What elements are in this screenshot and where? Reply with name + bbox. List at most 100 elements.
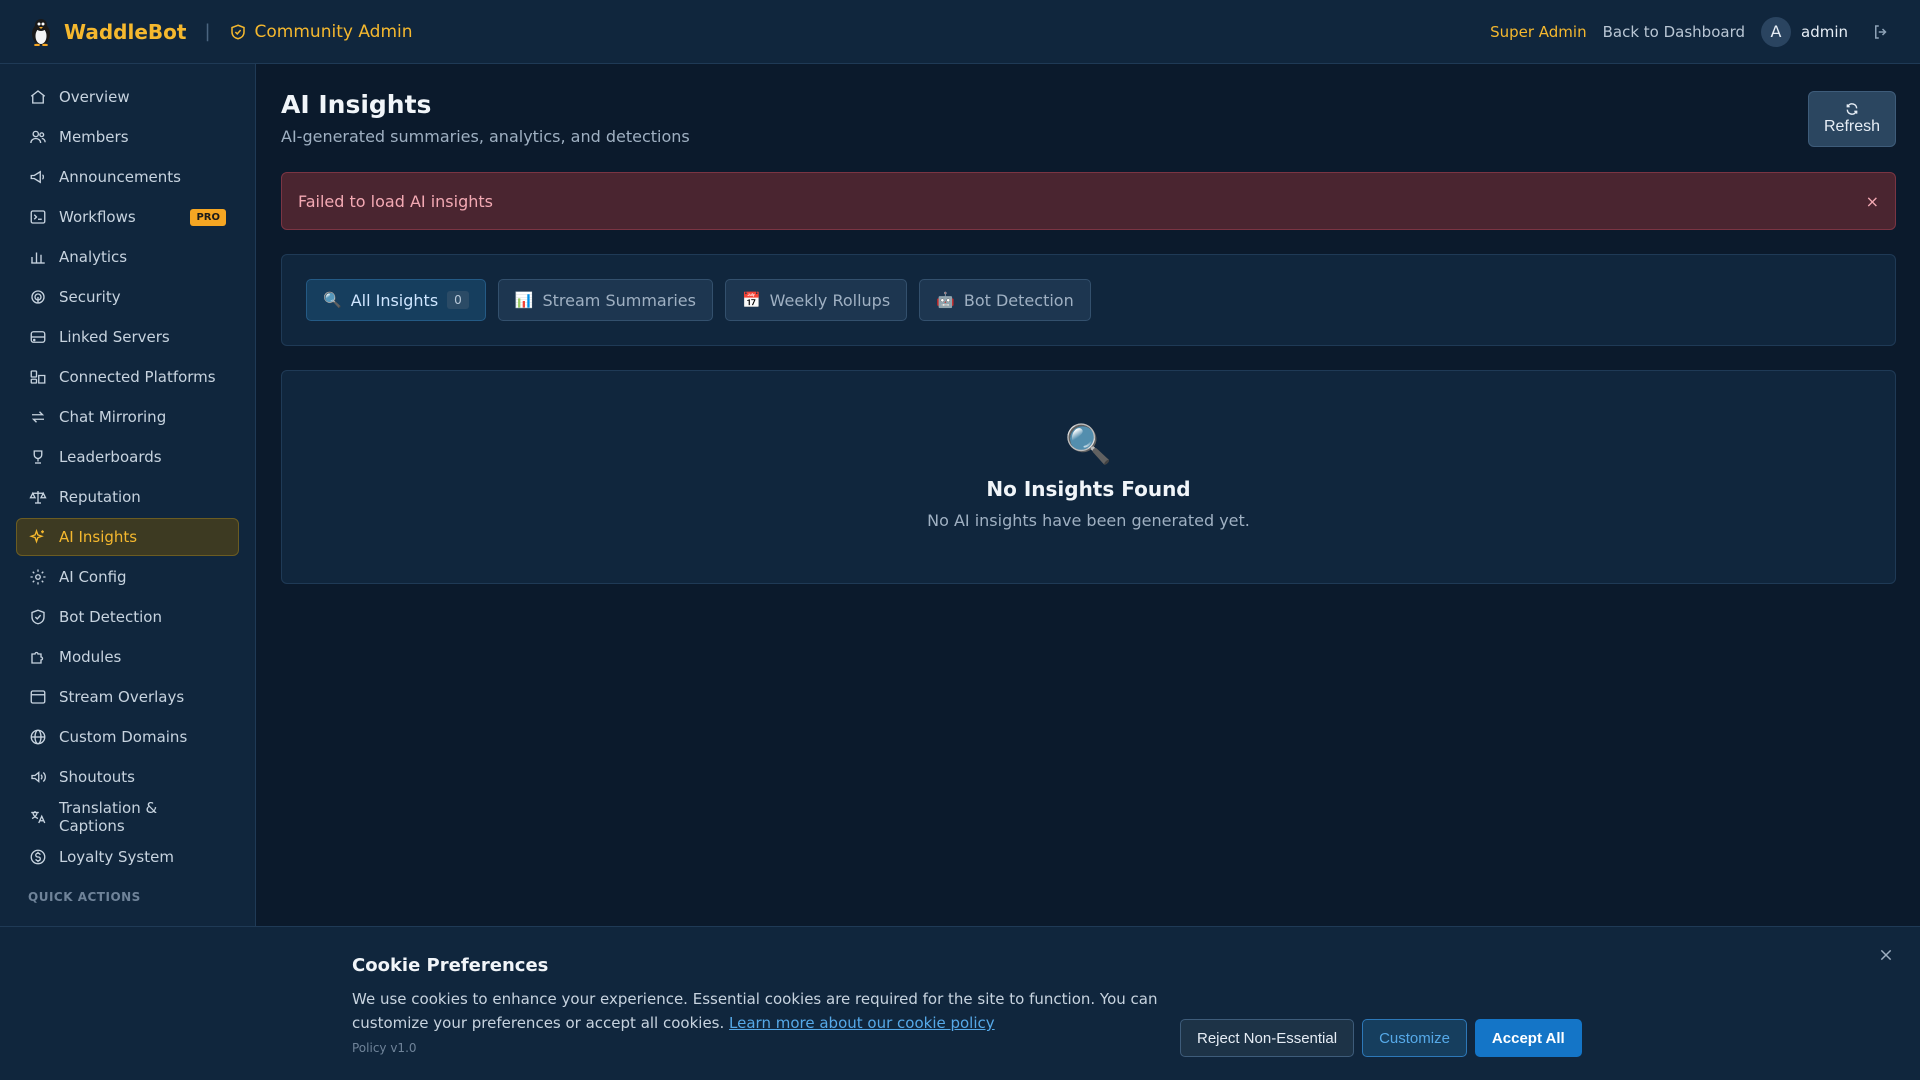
- sidebar-item-label: Stream Overlays: [59, 688, 185, 706]
- penguin-logo-icon: [28, 17, 54, 47]
- empty-state-title: No Insights Found: [986, 476, 1191, 501]
- window-icon: [30, 690, 46, 704]
- close-icon[interactable]: [1878, 947, 1898, 967]
- robot-icon: 🤖: [936, 291, 955, 309]
- sidebar-item-custom-domains[interactable]: Custom Domains: [16, 718, 239, 756]
- empty-state: 🔍 No Insights Found No AI insights have …: [281, 370, 1896, 584]
- shield-check-icon: [230, 23, 245, 40]
- sidebar-item-overview[interactable]: Overview: [16, 78, 239, 116]
- bar-chart-icon: [31, 252, 45, 264]
- globe-icon: [30, 729, 46, 745]
- close-icon[interactable]: ×: [1866, 192, 1879, 211]
- server-icon: [30, 331, 46, 343]
- cookie-text: We use cookies to enhance your experienc…: [352, 987, 1172, 1035]
- sidebar-item-connected-platforms[interactable]: Connected Platforms: [16, 358, 239, 396]
- sidebar-item-stream-overlays[interactable]: Stream Overlays: [16, 678, 239, 716]
- logout-icon[interactable]: [1870, 21, 1892, 43]
- tab-bot-detection[interactable]: 🤖 Bot Detection: [919, 279, 1091, 321]
- fingerprint-icon: [31, 290, 45, 304]
- puzzle-icon: [31, 651, 44, 664]
- sidebar-item-announcements[interactable]: Announcements: [16, 158, 239, 196]
- home-icon: [30, 90, 46, 104]
- refresh-label: Refresh: [1823, 118, 1881, 135]
- cookie-banner: Cookie Preferences We use cookies to enh…: [0, 926, 1920, 1080]
- tab-label: Weekly Rollups: [769, 290, 891, 310]
- sidebar-item-label: Loyalty System: [59, 848, 174, 866]
- shield-check-icon: [31, 609, 45, 625]
- sidebar-item-analytics[interactable]: Analytics: [16, 238, 239, 276]
- sidebar-item-chat-mirroring[interactable]: Chat Mirroring: [16, 398, 239, 436]
- page-title: AI Insights: [281, 90, 432, 119]
- accept-all-button[interactable]: Accept All: [1474, 1019, 1582, 1057]
- sidebar-item-linked-servers[interactable]: Linked Servers: [16, 318, 239, 356]
- avatar[interactable]: A: [1761, 16, 1791, 47]
- pro-badge: PRO: [190, 208, 226, 226]
- sidebar-item-label: Leaderboards: [59, 448, 162, 466]
- empty-state-text: No AI insights have been generated yet.: [927, 510, 1250, 530]
- sidebar-item-label: AI Config: [59, 568, 127, 586]
- brand[interactable]: WaddleBot: [28, 17, 186, 47]
- cookie-title: Cookie Preferences: [352, 955, 549, 976]
- sidebar-item-label: Security: [59, 288, 121, 306]
- terminal-icon: [30, 210, 46, 224]
- error-alert-text: Failed to load AI insights: [298, 191, 493, 211]
- speaker-icon: [31, 771, 46, 783]
- sidebar-item-ai-insights[interactable]: AI Insights: [16, 518, 239, 556]
- calendar-icon: 📅: [741, 291, 761, 309]
- tab-label: All Insights: [350, 290, 439, 310]
- quick-actions-heading: QUICK ACTIONS: [28, 890, 141, 904]
- sidebar-item-loyalty-system[interactable]: Loyalty System: [16, 838, 239, 876]
- arrows-icon: [31, 411, 45, 423]
- sidebar-item-label: Translation & Captions: [59, 799, 158, 835]
- sidebar-item-translation[interactable]: Translation & Captions: [16, 798, 239, 836]
- sidebar-item-modules[interactable]: Modules: [16, 638, 239, 676]
- sidebar-item-label: Connected Platforms: [59, 368, 216, 386]
- community-admin-text: Community Admin: [254, 21, 413, 42]
- sidebar-item-label: AI Insights: [59, 528, 138, 546]
- tab-label: Bot Detection: [963, 290, 1074, 310]
- header-separator: |: [204, 21, 211, 42]
- sidebar-item-label: Custom Domains: [59, 728, 188, 746]
- sidebar-item-label: Bot Detection: [59, 608, 162, 626]
- error-alert: Failed to load AI insights ×: [281, 172, 1896, 230]
- sidebar-item-label: Announcements: [59, 168, 181, 186]
- sidebar-item-reputation[interactable]: Reputation: [16, 478, 239, 516]
- sidebar-item-security[interactable]: Security: [16, 278, 239, 316]
- community-admin-label: Community Admin: [229, 22, 413, 42]
- magnifier-icon: 🔍: [1064, 421, 1113, 466]
- sidebar-item-label: Analytics: [59, 248, 128, 266]
- gear-icon: [30, 569, 46, 585]
- super-admin-link[interactable]: Super Admin: [1490, 23, 1587, 41]
- back-to-dashboard-link[interactable]: Back to Dashboard: [1603, 23, 1745, 41]
- reject-non-essential-button[interactable]: Reject Non-Essential: [1180, 1019, 1355, 1057]
- sidebar-item-label: Shoutouts: [59, 768, 135, 786]
- customize-button[interactable]: Customize: [1362, 1019, 1467, 1057]
- dollar-icon: [30, 849, 46, 865]
- page-subtitle: AI-generated summaries, analytics, and d…: [281, 127, 690, 146]
- user-name: admin: [1801, 22, 1848, 41]
- sidebar-item-bot-detection[interactable]: Bot Detection: [16, 598, 239, 636]
- sidebar-item-label: Members: [59, 128, 129, 146]
- sidebar-item-label: Reputation: [59, 488, 141, 506]
- cookie-policy-link[interactable]: Learn more about our cookie policy: [729, 1014, 995, 1032]
- sidebar-item-workflows[interactable]: Workflows PRO: [16, 198, 239, 236]
- sparkles-icon: [29, 528, 44, 544]
- platforms-icon: [30, 370, 46, 384]
- tab-all-insights[interactable]: 🔍 All Insights 0: [306, 279, 486, 321]
- sidebar-item-leaderboards[interactable]: Leaderboards: [16, 438, 239, 476]
- scale-icon: [29, 491, 47, 504]
- tab-weekly-rollups[interactable]: 📅 Weekly Rollups: [724, 279, 908, 321]
- chart-icon: 📊: [514, 291, 534, 309]
- policy-version: Policy v1.0: [352, 1041, 417, 1055]
- sidebar-item-ai-config[interactable]: AI Config: [16, 558, 239, 596]
- sidebar-item-members[interactable]: Members: [16, 118, 239, 156]
- trophy-icon: [33, 450, 43, 464]
- sidebar-item-label: Linked Servers: [59, 328, 170, 346]
- sidebar-item-label: Workflows: [59, 208, 136, 226]
- top-bar: WaddleBot | Community Admin Super Admin …: [0, 0, 1920, 64]
- sidebar-item-shoutouts[interactable]: Shoutouts: [16, 758, 239, 796]
- magnifier-icon: 🔍: [323, 291, 342, 309]
- refresh-button[interactable]: Refresh: [1808, 91, 1896, 147]
- tab-stream-summaries[interactable]: 📊 Stream Summaries: [497, 279, 713, 321]
- insight-tabs: 🔍 All Insights 0 📊 Stream Summaries 📅 We…: [281, 254, 1896, 346]
